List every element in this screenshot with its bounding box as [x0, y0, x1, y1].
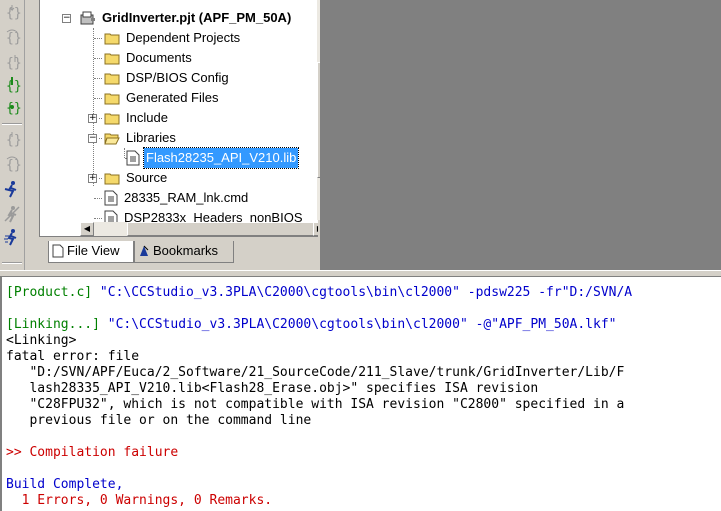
project-tree[interactable]: − GridInverter.pjt (APF_PM_50A) Dependen… [39, 0, 318, 237]
debug-toolbar: {} {} {} {} {} {} {} [0, 0, 25, 270]
expand-icon[interactable]: + [88, 174, 97, 183]
tab-file-view[interactable]: File View [48, 241, 134, 263]
collapse-icon[interactable]: − [88, 134, 97, 143]
project-view-panel: − GridInverter.pjt (APF_PM_50A) Dependen… [30, 0, 330, 268]
editor-workspace [320, 0, 721, 270]
svg-text:{}: {} [6, 158, 21, 173]
folder-icon [104, 93, 120, 105]
output-line-build-complete: Build Complete, [6, 477, 124, 492]
asm-step-into-icon[interactable]: {} [3, 130, 21, 148]
set-pc-icon[interactable]: {} [3, 98, 21, 116]
bookmark-icon [140, 245, 149, 256]
output-line-failure: >> Compilation failure [6, 445, 179, 460]
project-name: GridInverter.pjt (APF_PM_50A) [102, 10, 292, 25]
svg-text:{}: {} [6, 56, 21, 71]
file-icon [126, 150, 140, 166]
asm-step-over-icon[interactable]: {} [3, 155, 21, 173]
tree-hscroll-thumb[interactable] [127, 222, 317, 236]
file-view-icon [52, 244, 64, 258]
folder-icon [104, 113, 120, 125]
run-to-cursor-icon[interactable]: {} [3, 76, 21, 94]
file-icon [104, 190, 118, 206]
tab-bookmarks[interactable]: Bookmarks [134, 241, 234, 263]
step-over-icon[interactable]: {} [3, 28, 21, 46]
step-into-icon[interactable]: {} [3, 3, 21, 21]
output-line-path: "D:/SVN/APF/Euca/2_Software/21_SourceCod… [6, 365, 625, 380]
project-icon [80, 11, 95, 25]
output-line-link: [Linking...] "C:\CCStudio_v3.3PLA\C2000\… [6, 317, 617, 332]
output-line-fatal: fatal error: file [6, 349, 140, 364]
folder-icon [104, 53, 120, 65]
svg-text:{}: {} [6, 79, 21, 94]
output-line-isa: lash28335_API_V210.lib<Flash28_Erase.obj… [6, 381, 539, 396]
svg-text:{}: {} [6, 133, 21, 148]
open-folder-icon [104, 133, 120, 145]
run-icon[interactable] [3, 180, 21, 198]
animate-icon[interactable] [3, 228, 21, 246]
scroll-left-icon[interactable]: ◀ [80, 222, 94, 236]
step-out-icon[interactable]: {} [3, 53, 21, 71]
collapse-icon[interactable]: − [62, 14, 71, 23]
svg-text:{}: {} [6, 31, 21, 46]
halt-icon[interactable] [3, 205, 21, 223]
output-splitter[interactable] [0, 270, 721, 277]
output-line-compile: [Product.c] "C:\CCStudio_v3.3PLA\C2000\c… [6, 285, 633, 300]
folder-icon [104, 73, 120, 85]
scroll-right-icon[interactable]: ▶ [313, 222, 318, 236]
output-line-previous: previous file or on the command line [6, 413, 312, 428]
tree-horizontal-scrollbar[interactable]: ◀ ▶ [80, 222, 318, 236]
folder-icon [104, 33, 120, 45]
output-line-summary: 1 Errors, 0 Warnings, 0 Remarks. [6, 493, 273, 508]
folder-icon [104, 173, 120, 185]
svg-text:{}: {} [6, 101, 21, 116]
build-output-window[interactable]: [Product.c] "C:\CCStudio_v3.3PLA\C2000\c… [0, 277, 721, 511]
output-line-linking: <Linking> [6, 333, 77, 348]
expand-icon[interactable]: + [88, 114, 97, 123]
output-line-compat: "C28FPU32", which is not compatible with… [6, 397, 625, 412]
